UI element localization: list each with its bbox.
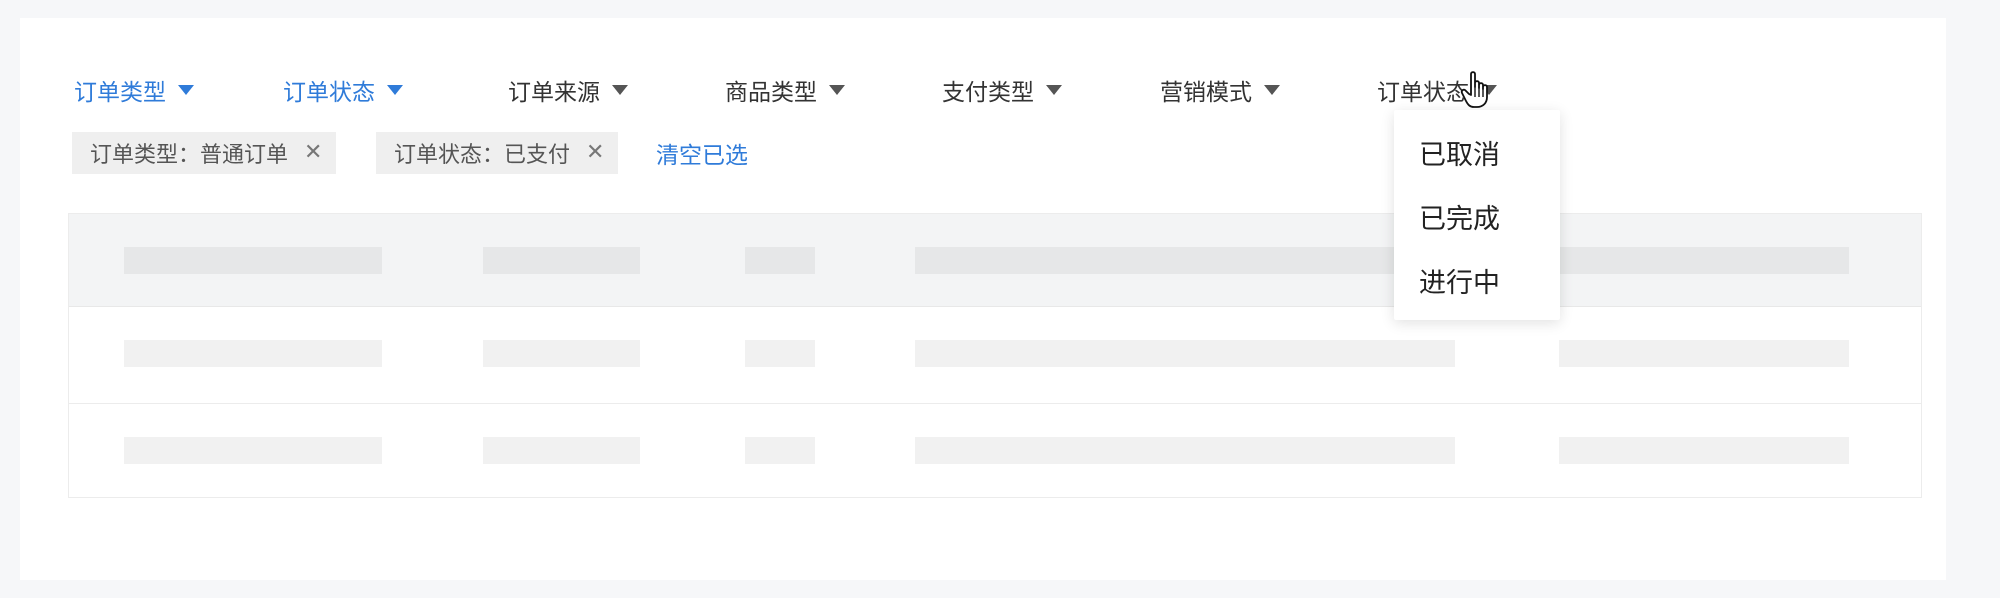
skeleton-cell: [745, 340, 815, 367]
chip-label: 订单类型：普通订单: [90, 143, 289, 168]
caret-down-icon: [1264, 85, 1280, 95]
table-header-row: [69, 214, 1921, 307]
skeleton-cell: [483, 340, 640, 367]
caret-down-icon: [1046, 85, 1062, 95]
skeleton-cell: [745, 247, 815, 274]
filter-marketing-mode[interactable]: 营销模式: [1160, 70, 1280, 110]
skeleton-cell: [915, 247, 1455, 274]
table-row: [69, 307, 1921, 404]
skeleton-cell: [124, 437, 382, 464]
skeleton-cell: [124, 247, 382, 274]
filter-label: 订单类型: [74, 80, 166, 106]
caret-down-icon: [178, 85, 194, 95]
table-row: [69, 404, 1921, 498]
filter-order-type[interactable]: 订单类型: [74, 70, 194, 110]
skeleton-cell: [1559, 340, 1849, 367]
dropdown-option-completed[interactable]: 已完成: [1419, 196, 1500, 236]
close-icon[interactable]: ✕: [586, 142, 604, 164]
filter-bar: 订单类型 订单状态 订单来源 商品类型 支付类型 营销模式 订单状态 订单类型：…: [20, 18, 1946, 174]
dropdown-option-in-progress[interactable]: 进行中: [1419, 260, 1500, 300]
filter-order-status[interactable]: 订单状态: [283, 70, 403, 110]
data-table-skeleton: [68, 213, 1922, 498]
caret-down-icon: [1481, 85, 1497, 95]
selected-chip-order-type: 订单类型：普通订单 ✕: [72, 132, 337, 174]
skeleton-cell: [915, 340, 1455, 367]
order-status-dropdown-menu: 已取消 已完成 进行中: [1394, 110, 1560, 320]
filter-card: 订单类型 订单状态 订单来源 商品类型 支付类型 营销模式 订单状态 订单类型：…: [20, 18, 1946, 580]
filter-label: 订单状态: [1377, 80, 1469, 106]
close-icon[interactable]: ✕: [304, 142, 322, 164]
dropdown-option-cancelled[interactable]: 已取消: [1419, 132, 1500, 172]
filter-order-source[interactable]: 订单来源: [508, 70, 628, 110]
chip-label: 订单状态：已支付: [394, 143, 571, 168]
clear-selected-link[interactable]: 清空已选: [656, 132, 748, 174]
filter-product-type[interactable]: 商品类型: [725, 70, 845, 110]
selected-chip-order-status: 订单状态：已支付 ✕: [376, 132, 619, 174]
filter-label: 订单来源: [508, 80, 600, 106]
skeleton-cell: [483, 247, 640, 274]
filter-label: 支付类型: [942, 80, 1034, 106]
skeleton-cell: [745, 437, 815, 464]
filter-order-status-2[interactable]: 订单状态: [1377, 70, 1497, 110]
filter-label: 商品类型: [725, 80, 817, 106]
filter-label: 订单状态: [283, 80, 375, 106]
skeleton-cell: [1559, 247, 1849, 274]
skeleton-cell: [483, 437, 640, 464]
filter-payment-type[interactable]: 支付类型: [942, 70, 1062, 110]
filter-label: 营销模式: [1160, 80, 1252, 106]
caret-down-icon: [612, 85, 628, 95]
skeleton-cell: [1559, 437, 1849, 464]
skeleton-cell: [124, 340, 382, 367]
caret-down-icon: [829, 85, 845, 95]
caret-down-icon: [387, 85, 403, 95]
skeleton-cell: [915, 437, 1455, 464]
